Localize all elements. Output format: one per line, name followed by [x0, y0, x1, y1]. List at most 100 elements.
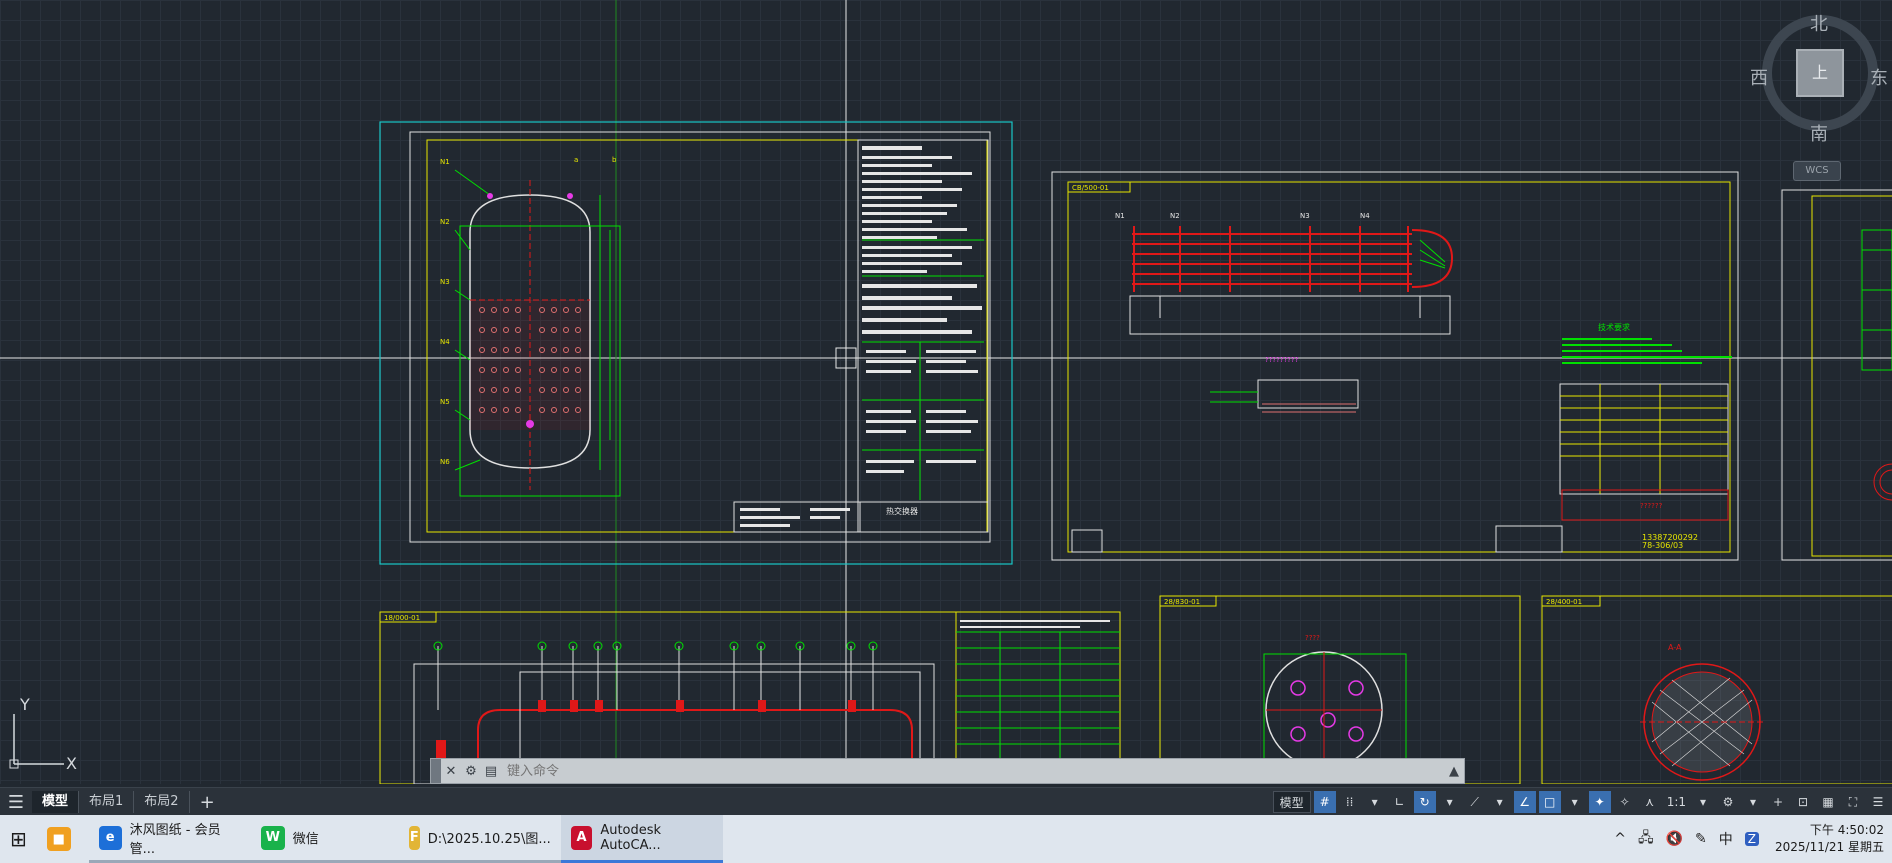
- compass-east[interactable]: 东: [1870, 64, 1888, 90]
- svg-text:N2: N2: [1170, 212, 1180, 220]
- isometric-icon[interactable]: ⟋: [1464, 791, 1486, 813]
- taskbar-app-autocad[interactable]: A Autodesk AutoCA...: [560, 815, 723, 863]
- hamburger-menu-icon[interactable]: ☰: [0, 792, 32, 813]
- network-icon[interactable]: 🖧: [1638, 827, 1654, 851]
- taskbar-clock[interactable]: 下午 4:50:02 2025/11/21 星期五: [1775, 822, 1884, 856]
- auto-scale-icon[interactable]: ✧: [1614, 791, 1636, 813]
- system-tray: ^ 🖧 🔇 ✎ 中 Z 下午 4:50:02 2025/11/21 星期五: [1608, 815, 1892, 863]
- wechat-icon: W: [260, 825, 285, 850]
- sheet2-code: 78-306/03: [1642, 541, 1683, 550]
- close-icon[interactable]: ✕: [441, 760, 461, 782]
- chevron-down-icon[interactable]: ▾: [1742, 791, 1764, 813]
- chevron-down-icon[interactable]: ▾: [1564, 791, 1586, 813]
- ucs-x-label: X: [66, 754, 77, 772]
- chevron-down-icon[interactable]: ▾: [1364, 791, 1386, 813]
- units-icon[interactable]: ⊡: [1792, 791, 1814, 813]
- taskbar-app-label: Autodesk AutoCA...: [600, 822, 662, 853]
- browser-icon: e: [98, 825, 122, 850]
- gear-icon[interactable]: ⚙: [1717, 791, 1739, 813]
- volume-muted-icon[interactable]: 🔇: [1666, 831, 1683, 847]
- chevron-up-icon[interactable]: ▲: [1444, 760, 1464, 782]
- viewcube[interactable]: 上 北 南 西 东: [1750, 10, 1892, 146]
- chevron-down-icon[interactable]: ▾: [1692, 791, 1714, 813]
- annotation-scale-value[interactable]: 1:1: [1664, 791, 1689, 813]
- wcs-menu-button[interactable]: WCS: [1793, 161, 1841, 181]
- object-snap-icon[interactable]: □: [1538, 791, 1561, 813]
- ucs-icon: Y X: [9, 695, 77, 772]
- model-space-viewport[interactable]: N1 N2 N3 N4 N5 N6 a b 热交换器 CB/500-01 N1 N…: [0, 0, 1892, 784]
- customize-icon[interactable]: ⚙: [461, 760, 481, 782]
- folder-icon: F: [408, 825, 420, 850]
- compass-north[interactable]: 北: [1810, 10, 1828, 36]
- windows-taskbar: ⊞ ■ e 沐风图纸 - 会员管... W 微信 F D:\2025.10.25…: [0, 815, 1892, 863]
- ime-mode-icon[interactable]: Z: [1744, 832, 1760, 846]
- taskbar-app-label: 沐风图纸 - 会员管...: [129, 822, 221, 857]
- ortho-icon[interactable]: ∟: [1389, 791, 1411, 813]
- compass-west[interactable]: 西: [1750, 64, 1768, 90]
- svg-text:??????: ??????: [1640, 502, 1663, 510]
- annotation-visibility-icon[interactable]: ✦: [1588, 791, 1611, 813]
- chevron-up-icon[interactable]: ^: [1614, 831, 1626, 847]
- svg-text:????: ????: [1305, 634, 1320, 642]
- svg-text:N4: N4: [1360, 212, 1370, 220]
- command-line[interactable]: ✕ ⚙ ▤ ▲: [430, 758, 1465, 784]
- chevron-down-icon[interactable]: ▾: [1489, 791, 1511, 813]
- quick-properties-icon[interactable]: ▦: [1817, 791, 1839, 813]
- plus-icon[interactable]: +: [1767, 791, 1789, 813]
- fullscreen-icon[interactable]: ⛶: [1842, 791, 1864, 813]
- taskbar-app-explorer[interactable]: F D:\2025.10.25\图...: [398, 815, 561, 863]
- sheet-5-tubesheet: 28/400-01 A-A: [1541, 595, 1892, 784]
- colorful-app-icon[interactable]: ■: [37, 815, 89, 863]
- snap-icon[interactable]: ⁞⁞: [1339, 791, 1361, 813]
- autocad-icon: A: [570, 825, 593, 850]
- svg-text:N2: N2: [440, 218, 450, 226]
- svg-text:N5: N5: [440, 398, 450, 406]
- model-space-button[interactable]: 模型: [1272, 791, 1311, 813]
- customize-menu-icon[interactable]: ☰: [1867, 791, 1889, 813]
- tab-layout1[interactable]: 布局1: [79, 791, 135, 813]
- ime-language-indicator[interactable]: 中: [1719, 829, 1733, 849]
- svg-text:b: b: [612, 156, 617, 164]
- sheet-2-tube-bundle: CB/500-01 N1 N2 N3 N4 ????????? 技术要求 ???…: [1051, 171, 1739, 561]
- pen-icon[interactable]: ✎: [1695, 831, 1707, 847]
- viewcube-top-face[interactable]: 上: [1796, 49, 1844, 97]
- svg-text:?????????: ?????????: [1265, 356, 1299, 364]
- taskbar-app-browser[interactable]: e 沐风图纸 - 会员管...: [88, 815, 251, 863]
- svg-text:N4: N4: [440, 338, 450, 346]
- clock-date: 2025/11/21 星期五: [1775, 840, 1884, 854]
- sheet3-tag: 18/000-01: [384, 614, 420, 622]
- svg-text:N1: N1: [440, 158, 450, 166]
- chevron-down-icon[interactable]: ▾: [1439, 791, 1461, 813]
- status-bar-toggles: 模型 # ⁞⁞ ▾ ∟ ↻ ▾ ⟋ ▾ ∠ □ ▾ ✦ ✧ ⋏ 1:1 ▾ ⚙ …: [1272, 788, 1892, 816]
- add-layout-button[interactable]: +: [190, 792, 225, 813]
- tab-model[interactable]: 模型: [32, 791, 80, 813]
- recent-commands-icon[interactable]: ▤: [481, 760, 501, 782]
- annotation-scale-icon[interactable]: ⋏: [1639, 791, 1661, 813]
- taskbar-app-label: D:\2025.10.25\图...: [427, 832, 551, 847]
- svg-text:N6: N6: [440, 458, 450, 466]
- sheet2-tag: CB/500-01: [1072, 184, 1109, 192]
- sheet-4-flange-view: 28/830-01 ????: [1159, 595, 1521, 784]
- ucs-y-label: Y: [19, 695, 30, 714]
- sheet-right-partial: [1781, 189, 1892, 561]
- svg-text:a: a: [574, 156, 578, 164]
- sheet2-note: 技术要求: [1598, 322, 1630, 332]
- command-input[interactable]: [501, 762, 1444, 780]
- svg-text:N3: N3: [440, 278, 450, 286]
- svg-text:N3: N3: [1300, 212, 1310, 220]
- sheet5-section: A-A: [1668, 643, 1682, 652]
- layout-tab-bar: ☰ 模型 布局1 布局2 + 模型 # ⁞⁞ ▾ ∟ ↻ ▾ ⟋ ▾ ∠ □ ▾…: [0, 787, 1892, 816]
- windows-start-icon[interactable]: ⊞: [0, 815, 37, 863]
- sheet5-tag: 28/400-01: [1546, 598, 1582, 606]
- taskbar-app-wechat[interactable]: W 微信: [250, 815, 399, 863]
- command-line-grip[interactable]: [431, 759, 441, 783]
- polar-tracking-icon[interactable]: ↻: [1413, 791, 1436, 813]
- grid-icon[interactable]: #: [1313, 791, 1336, 813]
- sheet1-title: 热交换器: [886, 506, 918, 516]
- object-snap-tracking-icon[interactable]: ∠: [1513, 791, 1536, 813]
- cad-drawing[interactable]: N1 N2 N3 N4 N5 N6 a b 热交换器 CB/500-01 N1 N2 N3 …: [0, 0, 1892, 784]
- sheet4-tag: 28/830-01: [1164, 598, 1200, 606]
- compass-south[interactable]: 南: [1810, 120, 1828, 146]
- tab-layout2[interactable]: 布局2: [134, 791, 190, 813]
- svg-text:N1: N1: [1115, 212, 1125, 220]
